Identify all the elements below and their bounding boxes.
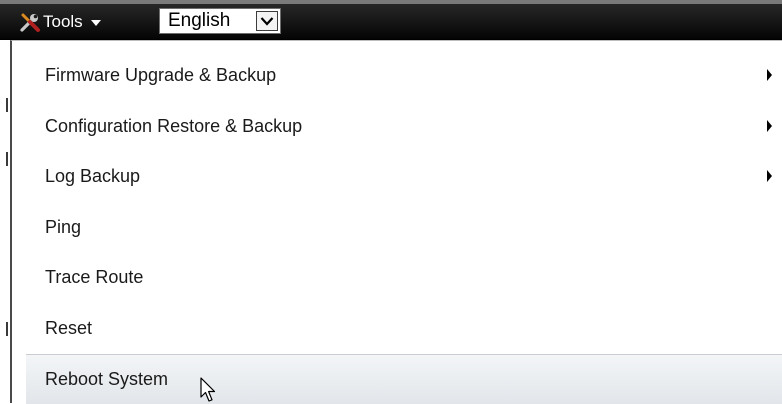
chevron-down-icon [90, 20, 101, 26]
toolbar-top-strip [0, 0, 782, 4]
chevron-down-icon [260, 17, 274, 26]
menu-item-reset[interactable]: Reset [26, 303, 782, 353]
menu-item-trace-route[interactable]: Trace Route [26, 252, 782, 302]
chevron-right-icon [767, 170, 772, 182]
menu-item-log-backup[interactable]: Log Backup [26, 151, 782, 201]
background-edge-mark [6, 322, 8, 336]
chevron-right-icon [767, 69, 772, 81]
tools-menu-button[interactable]: Tools [18, 9, 101, 35]
mouse-cursor-icon [200, 377, 216, 402]
menu-item-label: Firmware Upgrade & Backup [45, 64, 277, 85]
menu-item-label: Reboot System [45, 369, 169, 389]
top-toolbar: Tools English [0, 0, 782, 40]
menu-item-reboot-system[interactable]: Reboot System [26, 354, 782, 404]
menu-item-label: Ping [45, 216, 82, 237]
tools-dropdown-menu: Firmware Upgrade & Backup Configuration … [10, 40, 782, 404]
background-edge-mark [6, 98, 8, 112]
chevron-right-icon [767, 120, 772, 132]
menu-item-label: Reset [45, 317, 93, 338]
menu-item-label: Log Backup [45, 165, 141, 186]
menu-item-label: Configuration Restore & Backup [45, 115, 303, 136]
language-select[interactable]: English [159, 8, 281, 34]
language-selected-value: English [168, 10, 231, 31]
menu-item-label: Trace Route [45, 266, 144, 287]
background-edge-mark [6, 152, 8, 166]
tools-menu-label: Tools [43, 12, 83, 31]
menu-item-ping[interactable]: Ping [26, 202, 782, 252]
menu-item-configuration-restore-backup[interactable]: Configuration Restore & Backup [26, 101, 782, 151]
tools-icon [20, 13, 40, 32]
language-dropdown-button[interactable] [256, 11, 278, 31]
menu-item-firmware-upgrade-backup[interactable]: Firmware Upgrade & Backup [26, 50, 782, 100]
